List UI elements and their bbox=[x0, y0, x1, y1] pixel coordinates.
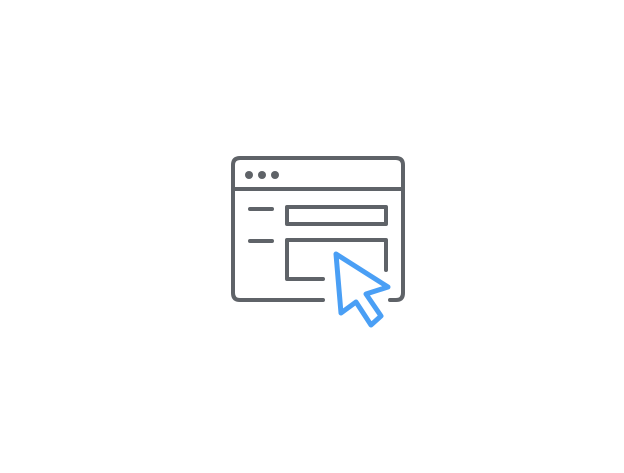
window-dot-3 bbox=[271, 171, 279, 179]
illustration-canvas bbox=[231, 156, 405, 328]
window-controls bbox=[245, 171, 279, 179]
window-dot-1 bbox=[245, 171, 253, 179]
window-dot-2 bbox=[258, 171, 266, 179]
mouse-pointer-icon bbox=[333, 251, 391, 328]
form-input-1 bbox=[285, 205, 388, 226]
web-form-illustration bbox=[0, 0, 624, 468]
